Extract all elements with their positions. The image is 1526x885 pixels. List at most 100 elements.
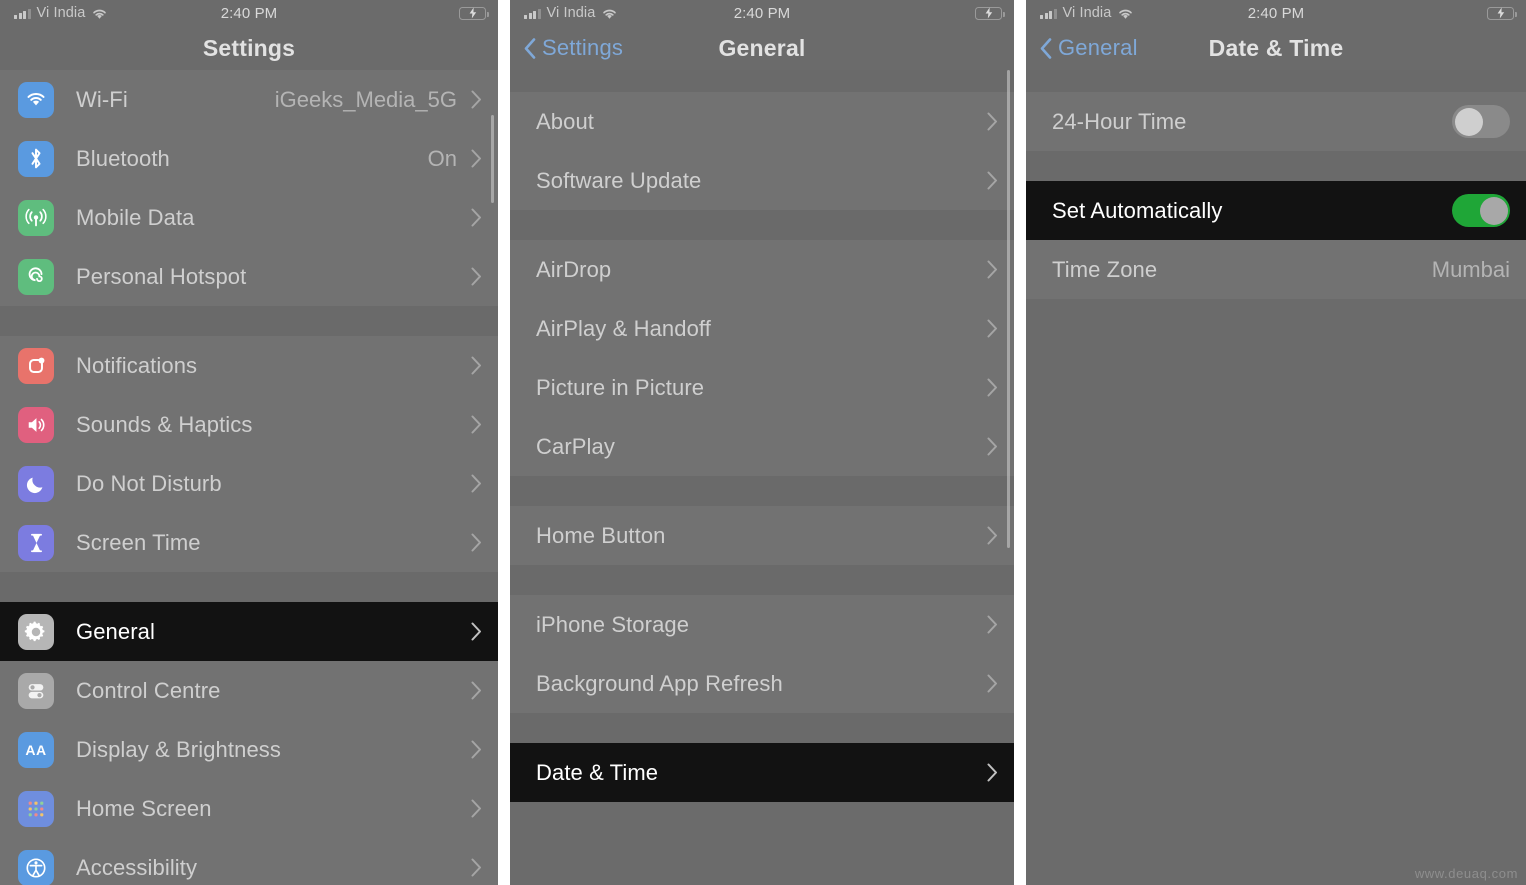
general-row-about[interactable]: About: [510, 92, 1014, 151]
set-automatically-toggle[interactable]: [1452, 194, 1510, 227]
battery-charging-icon: [975, 6, 1005, 20]
charging-bolt-icon: [985, 7, 992, 19]
home-screen-icon: [18, 790, 54, 827]
settings-row-mobile-data[interactable]: Mobile Data: [0, 188, 498, 247]
group-separator: [510, 476, 1014, 506]
chevron-right-icon: [471, 356, 481, 375]
general-row-label: Home Button: [536, 522, 666, 548]
toggle-knob: [1479, 196, 1508, 225]
status-bar-left: Vi India: [14, 5, 108, 21]
general-row-background-app-refresh[interactable]: Background App Refresh: [510, 654, 1014, 713]
nav-bar: Settings: [0, 26, 498, 70]
settings-row-label: Personal Hotspot: [76, 263, 247, 289]
scrollbar-indicator[interactable]: [1007, 70, 1010, 548]
settings-row-screen-time[interactable]: Screen Time: [0, 513, 498, 572]
status-bar: Vi India 2:40 PM: [510, 0, 1014, 26]
general-row-home-button[interactable]: Home Button: [510, 506, 1014, 565]
24-hour-time-toggle[interactable]: [1452, 105, 1510, 138]
settings-row-label: Home Screen: [76, 795, 212, 821]
general-row-label: Software Update: [536, 167, 702, 193]
settings-row-general[interactable]: General: [0, 602, 498, 661]
gear-icon: [18, 613, 54, 650]
chevron-right-icon: [471, 90, 481, 109]
status-bar-left: Vi India: [1040, 5, 1134, 21]
general-row-airdrop[interactable]: AirDrop: [510, 240, 1014, 299]
general-group-sharing: AirDrop AirPlay & Handoff Picture in Pic…: [510, 240, 1014, 476]
wifi-icon: [18, 81, 54, 118]
settings-row-accessibility[interactable]: Accessibility: [0, 838, 498, 885]
notifications-icon: [18, 347, 54, 384]
settings-row-do-not-disturb[interactable]: Do Not Disturb: [0, 454, 498, 513]
phone-panel-settings: Vi India 2:40 PM Settings Wi-Fi iGeeks_M…: [0, 0, 498, 885]
group-separator: [510, 210, 1014, 240]
group-separator: [1026, 70, 1526, 92]
chevron-right-icon: [987, 674, 997, 693]
settings-row-label: Mobile Data: [76, 204, 195, 230]
battery-charging-icon: [459, 6, 489, 20]
time-zone-value: Mumbai: [1431, 256, 1510, 282]
date-time-row-set-automatically[interactable]: Set Automatically: [1026, 181, 1526, 240]
toggle-knob: [1454, 107, 1483, 136]
carrier-label: Vi India: [1062, 5, 1112, 21]
settings-row-display-brightness[interactable]: AA Display & Brightness: [0, 720, 498, 779]
aa-glyph: AA: [25, 741, 47, 758]
settings-row-bluetooth[interactable]: Bluetooth On: [0, 129, 498, 188]
date-time-group-auto: Set Automatically Time Zone Mumbai: [1026, 181, 1526, 299]
general-list: About Software Update AirDrop AirPlay & …: [510, 70, 1014, 802]
settings-row-label: Sounds & Haptics: [76, 411, 253, 437]
signal-bars-icon: [1040, 8, 1057, 19]
wifi-icon: [91, 7, 108, 19]
chevron-right-icon: [987, 378, 997, 397]
chevron-right-icon: [471, 799, 481, 818]
status-bar-right: [975, 6, 1005, 20]
back-button-general[interactable]: General: [1040, 35, 1138, 61]
settings-row-sounds-haptics[interactable]: Sounds & Haptics: [0, 395, 498, 454]
group-separator: [1026, 151, 1526, 181]
settings-row-control-centre[interactable]: Control Centre: [0, 661, 498, 720]
phone-panel-general: Vi India 2:40 PM Settings General About …: [510, 0, 1014, 885]
chevron-right-icon: [471, 415, 481, 434]
settings-row-notifications[interactable]: Notifications: [0, 336, 498, 395]
bluetooth-state-value: On: [427, 145, 457, 171]
phone-panel-date-time: Vi India 2:40 PM General Date & Time 24-…: [1026, 0, 1526, 885]
status-bar-right: [459, 6, 489, 20]
date-time-row-time-zone[interactable]: Time Zone Mumbai: [1026, 240, 1526, 299]
general-row-airplay-handoff[interactable]: AirPlay & Handoff: [510, 299, 1014, 358]
back-button-settings[interactable]: Settings: [524, 35, 623, 61]
settings-group-connectivity: Wi-Fi iGeeks_Media_5G Bluetooth On Mobil…: [0, 70, 498, 306]
carrier-label: Vi India: [36, 5, 86, 21]
settings-row-label: Control Centre: [76, 677, 221, 703]
settings-row-wifi[interactable]: Wi-Fi iGeeks_Media_5G: [0, 70, 498, 129]
wifi-network-value: iGeeks_Media_5G: [274, 86, 457, 112]
group-separator: [510, 70, 1014, 92]
settings-row-label: Accessibility: [76, 854, 198, 880]
scrollbar-indicator[interactable]: [491, 115, 494, 203]
date-time-row-label: 24-Hour Time: [1052, 108, 1187, 134]
chevron-left-icon: [1040, 37, 1052, 59]
date-time-row-label: Time Zone: [1052, 256, 1158, 282]
page-title: Settings: [202, 34, 296, 61]
cellular-icon: [18, 199, 54, 236]
date-time-row-label: Set Automatically: [1052, 197, 1223, 223]
chevron-right-icon: [987, 763, 997, 782]
general-row-software-update[interactable]: Software Update: [510, 151, 1014, 210]
group-separator: [0, 306, 498, 336]
panel-gap: [498, 0, 510, 885]
carrier-label: Vi India: [546, 5, 596, 21]
chevron-right-icon: [471, 208, 481, 227]
general-row-date-time[interactable]: Date & Time: [510, 743, 1014, 802]
date-time-list: 24-Hour Time Set Automatically Time Zone…: [1026, 70, 1526, 299]
battery-charging-icon: [1487, 6, 1517, 20]
general-row-carplay[interactable]: CarPlay: [510, 417, 1014, 476]
settings-row-home-screen[interactable]: Home Screen: [0, 779, 498, 838]
sounds-icon: [18, 406, 54, 443]
screenshot-stage: Vi India 2:40 PM Settings Wi-Fi iGeeks_M…: [0, 0, 1526, 885]
general-row-picture-in-picture[interactable]: Picture in Picture: [510, 358, 1014, 417]
wifi-icon: [1117, 7, 1134, 19]
back-button-label: Settings: [542, 35, 624, 60]
general-row-label: Date & Time: [536, 759, 659, 785]
general-row-iphone-storage[interactable]: iPhone Storage: [510, 595, 1014, 654]
settings-row-personal-hotspot[interactable]: Personal Hotspot: [0, 247, 498, 306]
date-time-group-format: 24-Hour Time: [1026, 92, 1526, 151]
date-time-row-24-hour-time[interactable]: 24-Hour Time: [1026, 92, 1526, 151]
